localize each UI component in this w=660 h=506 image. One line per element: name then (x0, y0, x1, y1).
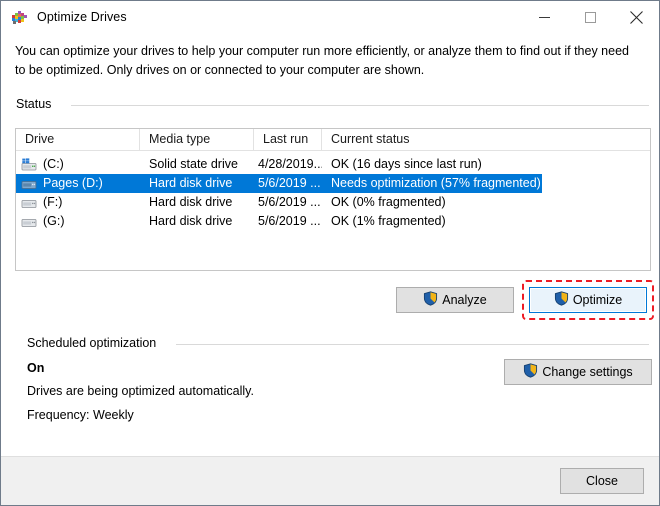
close-button-label: Close (586, 474, 618, 488)
cell-last-run: 5/6/2019 ... (258, 195, 321, 209)
column-header-last-run[interactable]: Last run (254, 129, 322, 150)
caption-button-group (521, 1, 659, 33)
change-settings-button[interactable]: Change settings (504, 359, 652, 385)
optimize-button[interactable]: Optimize (529, 287, 647, 313)
defrag-blocks-icon (11, 9, 28, 26)
schedule-description: Drives are being optimized automatically… (27, 384, 254, 398)
column-header-current-status[interactable]: Current status (322, 129, 548, 150)
table-row[interactable]: (C:) Solid state drive 4/28/2019... OK (… (16, 155, 650, 174)
drives-list-header: Drive Media type Last run Current status (16, 129, 650, 151)
description-text: You can optimize your drives to help you… (15, 44, 629, 77)
drive-name: (F:) (43, 195, 63, 209)
status-group-label: Status (16, 97, 58, 111)
maximize-button[interactable] (567, 1, 613, 33)
cell-last-run: 5/6/2019 ... (258, 176, 321, 190)
hard-drive-icon (21, 196, 37, 210)
minimize-button[interactable] (521, 1, 567, 33)
cell-drive: Pages (D:) (16, 174, 140, 193)
cell-current-status: Needs optimization (57% fragmented) (331, 176, 541, 190)
hard-drive-icon (21, 177, 37, 191)
optimize-drives-window: Optimize Drives You can optimize your dr… (0, 0, 660, 506)
cell-last-run: 4/28/2019... (258, 157, 322, 171)
cell-drive: (G:) (16, 212, 140, 231)
cell-media-type: Hard disk drive (149, 195, 233, 209)
status-group-divider (71, 105, 649, 106)
close-icon (629, 10, 643, 24)
hard-drive-icon (21, 215, 37, 229)
cell-current-status: OK (1% fragmented) (331, 214, 446, 228)
cell-media-type: Hard disk drive (149, 214, 233, 228)
table-row[interactable]: (F:) Hard disk drive 5/6/2019 ... OK (0%… (16, 193, 650, 212)
cell-media-type: Solid state drive (149, 157, 238, 171)
system-drive-icon (21, 157, 37, 172)
analyze-button[interactable]: Analyze (396, 287, 514, 313)
schedule-state: On (27, 361, 45, 375)
column-header-media-type[interactable]: Media type (140, 129, 254, 150)
cell-last-run: 5/6/2019 ... (258, 214, 321, 228)
drive-name: (G:) (43, 214, 65, 228)
dialog-footer: Close (1, 456, 659, 505)
minimize-icon (538, 16, 550, 18)
drive-name: (C:) (43, 157, 64, 171)
cell-current-status: OK (16 days since last run) (331, 157, 482, 171)
close-dialog-button[interactable]: Close (560, 468, 644, 494)
table-row[interactable]: Pages (D:) Hard disk drive 5/6/2019 ... … (16, 174, 650, 193)
close-button[interactable] (613, 1, 659, 33)
title-bar: Optimize Drives (1, 1, 659, 33)
cell-drive: (C:) (16, 155, 140, 174)
column-header-drive[interactable]: Drive (16, 129, 140, 150)
drives-list[interactable]: Drive Media type Last run Current status (15, 128, 651, 271)
analyze-button-label: Analyze (442, 293, 487, 307)
cell-media-type: Hard disk drive (149, 176, 233, 190)
scheduled-optimization-divider (176, 344, 649, 345)
schedule-frequency: Frequency: Weekly (27, 408, 134, 422)
uac-shield-icon (523, 363, 538, 381)
optimize-button-label: Optimize (572, 293, 623, 307)
change-settings-button-label: Change settings (542, 365, 633, 379)
cell-drive: (F:) (16, 193, 140, 212)
cell-current-status: OK (0% fragmented) (331, 195, 446, 209)
drive-name: Pages (D:) (43, 176, 103, 190)
uac-shield-icon (554, 291, 569, 309)
table-row[interactable]: (G:) Hard disk drive 5/6/2019 ... OK (1%… (16, 212, 650, 231)
scheduled-optimization-label: Scheduled optimization (27, 336, 163, 350)
window-title: Optimize Drives (37, 10, 127, 24)
maximize-icon (584, 11, 596, 23)
uac-shield-icon (423, 291, 438, 309)
